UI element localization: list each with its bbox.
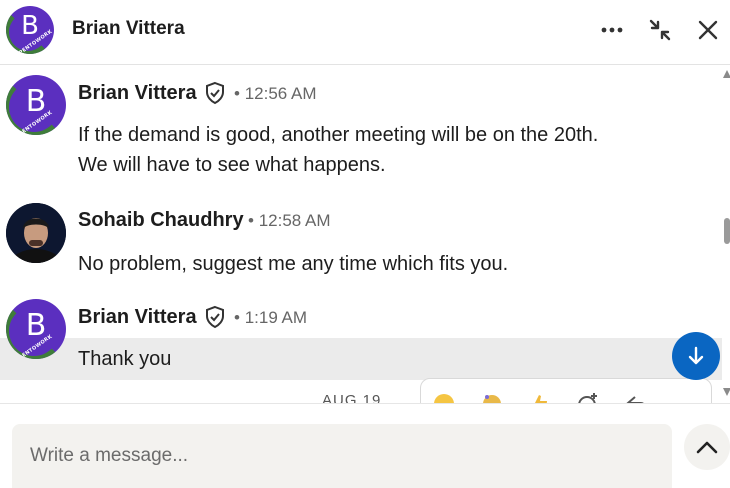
message-line: We will have to see what happens. xyxy=(78,154,386,176)
conversation-header: B #OPENTOWORK Brian Vittera xyxy=(0,0,730,65)
conversation-title[interactable]: Brian Vittera xyxy=(72,18,185,40)
close-icon xyxy=(698,20,718,40)
sender-name[interactable]: Sohaib Chaudhry xyxy=(78,209,244,232)
reply-icon[interactable] xyxy=(623,391,649,403)
verified-shield-icon xyxy=(206,81,224,105)
close-button[interactable] xyxy=(692,14,724,46)
minimize-icon xyxy=(649,19,671,41)
more-options-icon xyxy=(601,27,623,33)
separator-dot: • xyxy=(234,84,240,103)
chevron-up-icon xyxy=(696,441,718,454)
sender-avatar[interactable]: B #OPENTOWORK xyxy=(6,299,66,359)
message-line: No problem, suggest me any time which fi… xyxy=(78,253,509,275)
expand-composer-button[interactable] xyxy=(684,424,730,470)
add-reaction-icon[interactable] xyxy=(575,391,601,403)
scroll-down-arrow-icon[interactable] xyxy=(723,388,730,396)
scrollbar-thumb[interactable] xyxy=(724,218,730,244)
clap-reaction-icon[interactable] xyxy=(431,391,457,403)
message-time: • 12:58 AM xyxy=(248,211,331,231)
profile-photo-avatar[interactable] xyxy=(6,203,66,263)
sender-avatar[interactable]: B #OPENTOWORK xyxy=(6,75,66,135)
message-time: • 12:56 AM xyxy=(234,84,317,104)
verified-shield-icon xyxy=(206,305,224,329)
message-composer xyxy=(0,403,730,488)
message-line: Thank you xyxy=(78,348,172,370)
message-body: No problem, suggest me any time which fi… xyxy=(78,249,508,279)
message-time: • 1:19 AM xyxy=(234,308,307,328)
header-avatar[interactable]: B #OPENTOWORK xyxy=(6,6,54,54)
jump-to-latest-button[interactable] xyxy=(672,332,720,380)
sender-name[interactable]: Brian Vittera xyxy=(78,306,197,329)
reaction-toolbar xyxy=(420,378,712,403)
timestamp: 12:58 AM xyxy=(258,211,331,230)
message-body: Thank you xyxy=(78,344,171,374)
message-line: If the demand is good, another meeting w… xyxy=(78,124,599,146)
profile-photo xyxy=(6,203,66,263)
message-input[interactable] xyxy=(12,424,672,488)
date-separator: AUG 19 xyxy=(322,392,382,403)
timestamp: 1:19 AM xyxy=(244,308,308,327)
thumbs-up-reaction-icon[interactable] xyxy=(527,391,553,403)
message-body: If the demand is good, another meeting w… xyxy=(78,120,598,180)
more-actions-icon[interactable] xyxy=(671,391,697,403)
minimize-button[interactable] xyxy=(644,14,676,46)
scroll-up-arrow-icon[interactable] xyxy=(723,70,730,78)
separator-dot: • xyxy=(248,211,254,230)
message-list[interactable]: B #OPENTOWORK Brian Vittera • 12:56 AM I… xyxy=(0,65,722,403)
separator-dot: • xyxy=(234,308,240,327)
timestamp: 12:56 AM xyxy=(244,84,317,103)
celebrate-reaction-icon[interactable] xyxy=(479,391,505,403)
sender-name[interactable]: Brian Vittera xyxy=(78,82,197,105)
more-options-button[interactable] xyxy=(596,14,628,46)
arrow-down-icon xyxy=(688,346,704,365)
